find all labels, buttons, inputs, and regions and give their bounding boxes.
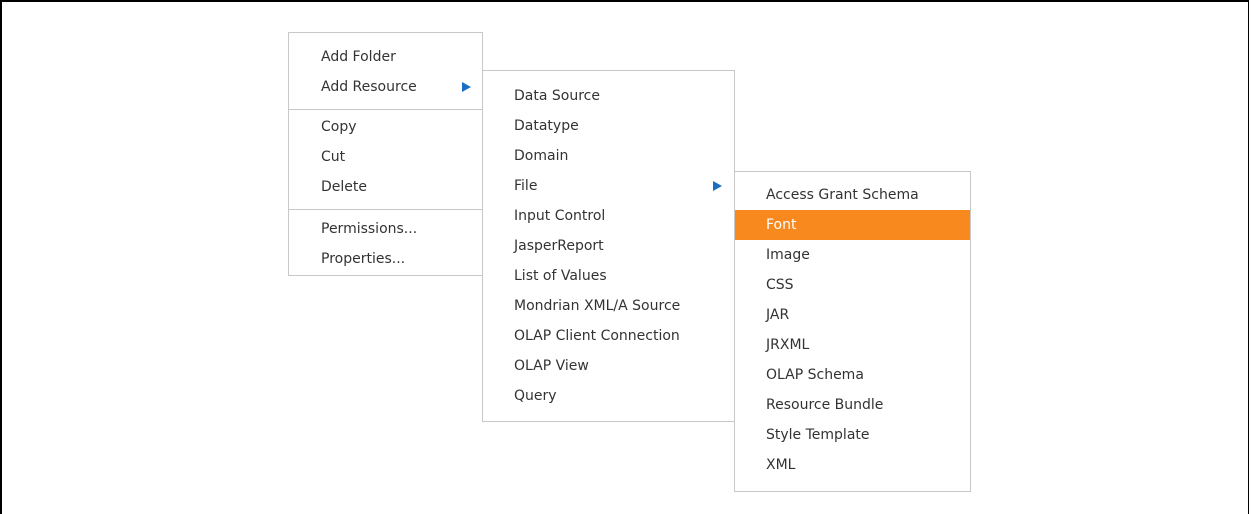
menu-item-label: Cut: [321, 149, 346, 165]
menu-item-label: Add Resource: [321, 79, 417, 95]
menu-item-style-template[interactable]: Style Template: [735, 420, 970, 450]
menu-item-permissions[interactable]: Permissions...: [289, 214, 482, 244]
menu-item-list-of-values[interactable]: List of Values: [483, 261, 734, 291]
menu-item-properties[interactable]: Properties...: [289, 244, 482, 274]
menu-item-label: Access Grant Schema: [766, 187, 919, 203]
file-items: Access Grant Schema Font Image CSS JAR J…: [735, 172, 970, 480]
submenu-arrow-icon: [462, 82, 471, 92]
menu-item-label: Copy: [321, 119, 357, 135]
menu-item-label: Input Control: [514, 208, 606, 224]
menu-item-label: Image: [766, 247, 810, 263]
menu-item-datatype[interactable]: Datatype: [483, 111, 734, 141]
menu-item-css[interactable]: CSS: [735, 270, 970, 300]
menu-item-query[interactable]: Query: [483, 381, 734, 411]
menu-item-domain[interactable]: Domain: [483, 141, 734, 171]
menu-item-label: File: [514, 178, 538, 194]
resource-items: Data Source Datatype Domain File Input C…: [483, 71, 734, 411]
add-resource-submenu: Data Source Datatype Domain File Input C…: [482, 70, 735, 422]
menu-group-settings: Permissions... Properties...: [289, 209, 482, 278]
menu-item-add-folder[interactable]: Add Folder: [289, 42, 482, 72]
menu-item-add-resource[interactable]: Add Resource: [289, 72, 482, 102]
menu-item-jar[interactable]: JAR: [735, 300, 970, 330]
menu-item-olap-schema[interactable]: OLAP Schema: [735, 360, 970, 390]
menu-item-resource-bundle[interactable]: Resource Bundle: [735, 390, 970, 420]
menu-group-edit: Copy Cut Delete: [289, 109, 482, 209]
menu-item-label: XML: [766, 457, 796, 473]
context-menu: Add Folder Add Resource Copy Cut Delete …: [288, 32, 483, 276]
menu-item-label: Delete: [321, 179, 367, 195]
menu-item-label: OLAP Schema: [766, 367, 864, 383]
menu-item-label: List of Values: [514, 268, 607, 284]
menu-item-label: Add Folder: [321, 49, 396, 65]
menu-item-label: Resource Bundle: [766, 397, 884, 413]
menu-item-delete[interactable]: Delete: [289, 172, 482, 202]
menu-item-label: JasperReport: [514, 238, 604, 254]
menu-item-access-grant-schema[interactable]: Access Grant Schema: [735, 180, 970, 210]
menu-item-font[interactable]: Font: [735, 210, 970, 240]
menu-item-olap-view[interactable]: OLAP View: [483, 351, 734, 381]
menu-item-cut[interactable]: Cut: [289, 142, 482, 172]
menu-item-label: Domain: [514, 148, 569, 164]
menu-item-label: CSS: [766, 277, 794, 293]
menu-item-olap-client-connection[interactable]: OLAP Client Connection: [483, 321, 734, 351]
menu-item-copy[interactable]: Copy: [289, 112, 482, 142]
menu-item-jasperreport[interactable]: JasperReport: [483, 231, 734, 261]
menu-item-label: Data Source: [514, 88, 600, 104]
menu-item-label: JAR: [766, 307, 790, 323]
menu-item-jrxml[interactable]: JRXML: [735, 330, 970, 360]
menu-item-data-source[interactable]: Data Source: [483, 81, 734, 111]
menu-item-label: Style Template: [766, 427, 870, 443]
menu-item-label: OLAP View: [514, 358, 589, 374]
menu-item-input-control[interactable]: Input Control: [483, 201, 734, 231]
submenu-arrow-icon: [713, 181, 722, 191]
menu-item-label: Datatype: [514, 118, 579, 134]
menu-item-label: Query: [514, 388, 557, 404]
menu-item-label: OLAP Client Connection: [514, 328, 680, 344]
menu-item-image[interactable]: Image: [735, 240, 970, 270]
menu-group-add: Add Folder Add Resource: [289, 33, 482, 109]
menu-item-label: Properties...: [321, 251, 406, 267]
menu-item-file[interactable]: File: [483, 171, 734, 201]
file-submenu: Access Grant Schema Font Image CSS JAR J…: [734, 171, 971, 492]
menu-item-label: Mondrian XML/A Source: [514, 298, 681, 314]
menu-item-mondrian-xmla-source[interactable]: Mondrian XML/A Source: [483, 291, 734, 321]
menu-item-label: JRXML: [766, 337, 810, 353]
menu-item-label: Permissions...: [321, 221, 418, 237]
menu-item-label: Font: [766, 217, 797, 233]
menu-item-xml[interactable]: XML: [735, 450, 970, 480]
